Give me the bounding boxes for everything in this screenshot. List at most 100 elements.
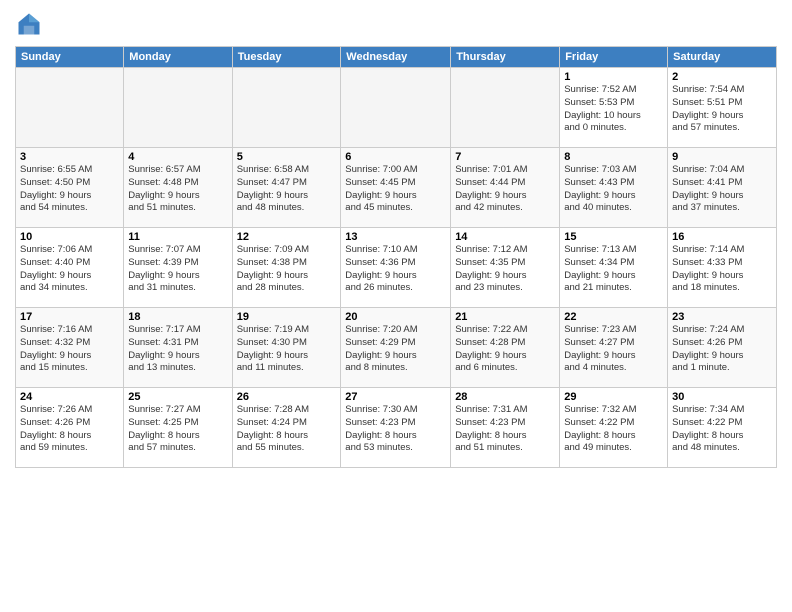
day-number: 27 — [345, 391, 446, 403]
day-info: Sunrise: 7:52 AM Sunset: 5:53 PM Dayligh… — [564, 84, 663, 135]
day-info: Sunrise: 7:03 AM Sunset: 4:43 PM Dayligh… — [564, 164, 663, 215]
calendar-week-4: 17Sunrise: 7:16 AM Sunset: 4:32 PM Dayli… — [16, 308, 777, 388]
calendar-week-5: 24Sunrise: 7:26 AM Sunset: 4:26 PM Dayli… — [16, 388, 777, 468]
day-number: 4 — [128, 151, 227, 163]
calendar-cell: 16Sunrise: 7:14 AM Sunset: 4:33 PM Dayli… — [668, 228, 777, 308]
calendar-cell — [451, 68, 560, 148]
calendar-cell: 25Sunrise: 7:27 AM Sunset: 4:25 PM Dayli… — [124, 388, 232, 468]
calendar-cell: 29Sunrise: 7:32 AM Sunset: 4:22 PM Dayli… — [560, 388, 668, 468]
calendar-cell: 26Sunrise: 7:28 AM Sunset: 4:24 PM Dayli… — [232, 388, 341, 468]
day-info: Sunrise: 7:27 AM Sunset: 4:25 PM Dayligh… — [128, 404, 227, 455]
day-number: 8 — [564, 151, 663, 163]
day-number: 3 — [20, 151, 119, 163]
weekday-header-tuesday: Tuesday — [232, 47, 341, 68]
calendar-week-3: 10Sunrise: 7:06 AM Sunset: 4:40 PM Dayli… — [16, 228, 777, 308]
day-number: 24 — [20, 391, 119, 403]
day-number: 12 — [237, 231, 337, 243]
calendar-table: SundayMondayTuesdayWednesdayThursdayFrid… — [15, 46, 777, 468]
day-info: Sunrise: 6:55 AM Sunset: 4:50 PM Dayligh… — [20, 164, 119, 215]
weekday-header-thursday: Thursday — [451, 47, 560, 68]
calendar-cell: 8Sunrise: 7:03 AM Sunset: 4:43 PM Daylig… — [560, 148, 668, 228]
day-info: Sunrise: 7:09 AM Sunset: 4:38 PM Dayligh… — [237, 244, 337, 295]
day-info: Sunrise: 7:06 AM Sunset: 4:40 PM Dayligh… — [20, 244, 119, 295]
day-info: Sunrise: 7:23 AM Sunset: 4:27 PM Dayligh… — [564, 324, 663, 375]
day-info: Sunrise: 7:12 AM Sunset: 4:35 PM Dayligh… — [455, 244, 555, 295]
day-number: 28 — [455, 391, 555, 403]
calendar-week-1: 1Sunrise: 7:52 AM Sunset: 5:53 PM Daylig… — [16, 68, 777, 148]
day-number: 6 — [345, 151, 446, 163]
day-info: Sunrise: 7:04 AM Sunset: 4:41 PM Dayligh… — [672, 164, 772, 215]
day-info: Sunrise: 7:07 AM Sunset: 4:39 PM Dayligh… — [128, 244, 227, 295]
calendar-cell: 17Sunrise: 7:16 AM Sunset: 4:32 PM Dayli… — [16, 308, 124, 388]
calendar-cell: 23Sunrise: 7:24 AM Sunset: 4:26 PM Dayli… — [668, 308, 777, 388]
day-number: 14 — [455, 231, 555, 243]
calendar-cell: 18Sunrise: 7:17 AM Sunset: 4:31 PM Dayli… — [124, 308, 232, 388]
weekday-header-saturday: Saturday — [668, 47, 777, 68]
calendar-cell: 10Sunrise: 7:06 AM Sunset: 4:40 PM Dayli… — [16, 228, 124, 308]
calendar-cell: 2Sunrise: 7:54 AM Sunset: 5:51 PM Daylig… — [668, 68, 777, 148]
calendar-cell: 19Sunrise: 7:19 AM Sunset: 4:30 PM Dayli… — [232, 308, 341, 388]
calendar-cell — [16, 68, 124, 148]
header — [15, 10, 777, 38]
calendar-cell: 22Sunrise: 7:23 AM Sunset: 4:27 PM Dayli… — [560, 308, 668, 388]
day-info: Sunrise: 7:16 AM Sunset: 4:32 PM Dayligh… — [20, 324, 119, 375]
day-number: 21 — [455, 311, 555, 323]
day-info: Sunrise: 7:26 AM Sunset: 4:26 PM Dayligh… — [20, 404, 119, 455]
day-number: 5 — [237, 151, 337, 163]
day-number: 19 — [237, 311, 337, 323]
calendar-cell — [341, 68, 451, 148]
calendar-cell: 4Sunrise: 6:57 AM Sunset: 4:48 PM Daylig… — [124, 148, 232, 228]
day-info: Sunrise: 7:00 AM Sunset: 4:45 PM Dayligh… — [345, 164, 446, 215]
day-number: 13 — [345, 231, 446, 243]
weekday-header-wednesday: Wednesday — [341, 47, 451, 68]
day-info: Sunrise: 7:22 AM Sunset: 4:28 PM Dayligh… — [455, 324, 555, 375]
page: SundayMondayTuesdayWednesdayThursdayFrid… — [0, 0, 792, 612]
day-number: 29 — [564, 391, 663, 403]
calendar-cell: 6Sunrise: 7:00 AM Sunset: 4:45 PM Daylig… — [341, 148, 451, 228]
day-number: 25 — [128, 391, 227, 403]
day-info: Sunrise: 7:32 AM Sunset: 4:22 PM Dayligh… — [564, 404, 663, 455]
weekday-header-row: SundayMondayTuesdayWednesdayThursdayFrid… — [16, 47, 777, 68]
calendar-cell: 7Sunrise: 7:01 AM Sunset: 4:44 PM Daylig… — [451, 148, 560, 228]
day-info: Sunrise: 7:31 AM Sunset: 4:23 PM Dayligh… — [455, 404, 555, 455]
day-info: Sunrise: 7:34 AM Sunset: 4:22 PM Dayligh… — [672, 404, 772, 455]
calendar-cell: 5Sunrise: 6:58 AM Sunset: 4:47 PM Daylig… — [232, 148, 341, 228]
calendar-cell — [232, 68, 341, 148]
day-number: 9 — [672, 151, 772, 163]
calendar-cell: 27Sunrise: 7:30 AM Sunset: 4:23 PM Dayli… — [341, 388, 451, 468]
day-number: 7 — [455, 151, 555, 163]
day-number: 16 — [672, 231, 772, 243]
calendar-cell: 14Sunrise: 7:12 AM Sunset: 4:35 PM Dayli… — [451, 228, 560, 308]
calendar-cell: 11Sunrise: 7:07 AM Sunset: 4:39 PM Dayli… — [124, 228, 232, 308]
day-number: 10 — [20, 231, 119, 243]
calendar-body: 1Sunrise: 7:52 AM Sunset: 5:53 PM Daylig… — [16, 68, 777, 468]
day-number: 11 — [128, 231, 227, 243]
calendar-cell: 28Sunrise: 7:31 AM Sunset: 4:23 PM Dayli… — [451, 388, 560, 468]
day-number: 17 — [20, 311, 119, 323]
day-number: 22 — [564, 311, 663, 323]
day-number: 1 — [564, 71, 663, 83]
calendar-cell: 15Sunrise: 7:13 AM Sunset: 4:34 PM Dayli… — [560, 228, 668, 308]
calendar-cell: 21Sunrise: 7:22 AM Sunset: 4:28 PM Dayli… — [451, 308, 560, 388]
calendar-cell: 1Sunrise: 7:52 AM Sunset: 5:53 PM Daylig… — [560, 68, 668, 148]
day-number: 30 — [672, 391, 772, 403]
calendar-header: SundayMondayTuesdayWednesdayThursdayFrid… — [16, 47, 777, 68]
day-info: Sunrise: 7:24 AM Sunset: 4:26 PM Dayligh… — [672, 324, 772, 375]
day-number: 2 — [672, 71, 772, 83]
weekday-header-sunday: Sunday — [16, 47, 124, 68]
day-info: Sunrise: 7:54 AM Sunset: 5:51 PM Dayligh… — [672, 84, 772, 135]
day-number: 15 — [564, 231, 663, 243]
calendar-cell: 3Sunrise: 6:55 AM Sunset: 4:50 PM Daylig… — [16, 148, 124, 228]
day-info: Sunrise: 7:14 AM Sunset: 4:33 PM Dayligh… — [672, 244, 772, 295]
day-number: 18 — [128, 311, 227, 323]
logo-icon — [15, 10, 43, 38]
day-info: Sunrise: 7:19 AM Sunset: 4:30 PM Dayligh… — [237, 324, 337, 375]
day-info: Sunrise: 7:10 AM Sunset: 4:36 PM Dayligh… — [345, 244, 446, 295]
day-info: Sunrise: 7:17 AM Sunset: 4:31 PM Dayligh… — [128, 324, 227, 375]
calendar-cell — [124, 68, 232, 148]
weekday-header-monday: Monday — [124, 47, 232, 68]
calendar-cell: 9Sunrise: 7:04 AM Sunset: 4:41 PM Daylig… — [668, 148, 777, 228]
day-info: Sunrise: 7:20 AM Sunset: 4:29 PM Dayligh… — [345, 324, 446, 375]
weekday-header-friday: Friday — [560, 47, 668, 68]
day-number: 23 — [672, 311, 772, 323]
